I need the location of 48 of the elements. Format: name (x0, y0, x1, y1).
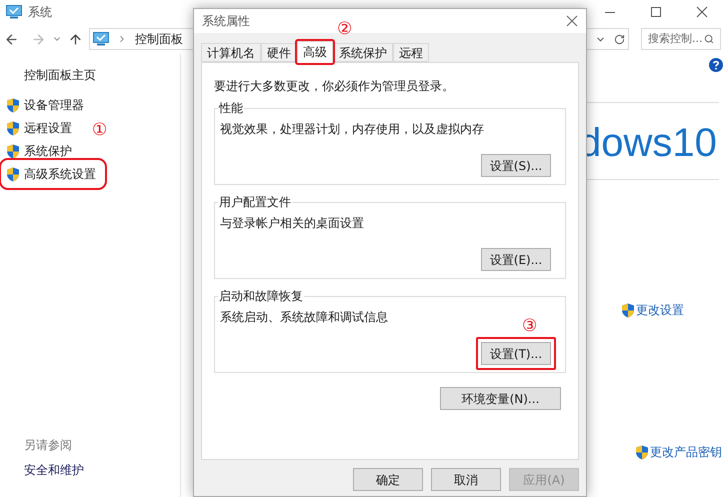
search-icon (704, 34, 714, 44)
group-description: 系统启动、系统故障和调试信息 (220, 309, 388, 326)
breadcrumb-item[interactable]: 控制面板 (135, 30, 183, 48)
settings-button[interactable]: 设置(T)... (481, 342, 551, 365)
settings-button[interactable]: 设置(S)... (481, 154, 551, 177)
sidebar-item[interactable]: 系统保护 (6, 142, 76, 160)
group-title: 用户配置文件 (218, 194, 292, 211)
shield-icon (6, 144, 20, 158)
shield-icon (6, 98, 20, 112)
environment-variables-button[interactable]: 环境变量(N)... (440, 387, 561, 410)
monitor-icon (6, 5, 22, 19)
refresh-icon[interactable] (614, 34, 625, 44)
admin-notice: 要进行大多数更改，你必须作为管理员登录。 (214, 78, 455, 95)
sidebar-item[interactable]: 远程设置 (6, 119, 76, 137)
callout-number: ① (92, 120, 108, 140)
group-title: 性能 (218, 100, 244, 117)
see-also-link[interactable]: 安全和维护 (24, 461, 180, 479)
sidebar-item[interactable]: 高级系统设置 (6, 165, 100, 183)
sidebar-item[interactable]: 设备管理器 (6, 96, 88, 114)
group-title: 启动和故障恢复 (218, 288, 304, 305)
dialog-button[interactable]: 取消 (431, 468, 501, 491)
back-icon[interactable] (4, 32, 19, 46)
callout-number: ③ (522, 316, 538, 336)
monitor-icon (93, 32, 109, 46)
shield-icon (621, 302, 635, 318)
window-title: 系统 (28, 4, 52, 21)
shield-icon (6, 120, 20, 136)
tab[interactable]: 高级 (297, 41, 333, 63)
tab[interactable]: 系统保护 (333, 43, 393, 62)
group-description: 视觉效果，处理器计划，内存使用，以及虚拟内存 (220, 121, 484, 138)
close-icon[interactable] (566, 15, 578, 27)
dialog-title: 系统属性 (202, 13, 250, 30)
sidebar-home-link[interactable]: 控制面板主页 (24, 66, 180, 84)
shield-icon (635, 444, 649, 460)
up-icon[interactable] (68, 32, 83, 46)
help-icon[interactable] (709, 58, 723, 72)
shield-icon (6, 166, 20, 182)
settings-button[interactable]: 设置(E)... (481, 248, 551, 271)
callout-number: ② (337, 19, 352, 39)
change-link[interactable]: 更改产品密钥 (650, 443, 722, 461)
see-also-heading: 另请参阅 (24, 437, 73, 454)
tab[interactable]: 远程 (393, 43, 429, 62)
group-description: 与登录帐户相关的桌面设置 (220, 215, 364, 232)
tab[interactable]: 硬件 (261, 43, 297, 62)
change-link[interactable]: 更改设置 (636, 301, 684, 319)
search-field[interactable]: 搜索控制... (641, 28, 721, 50)
tab[interactable]: 计算机名 (201, 43, 261, 62)
dialog-button[interactable]: 确定 (353, 468, 423, 491)
